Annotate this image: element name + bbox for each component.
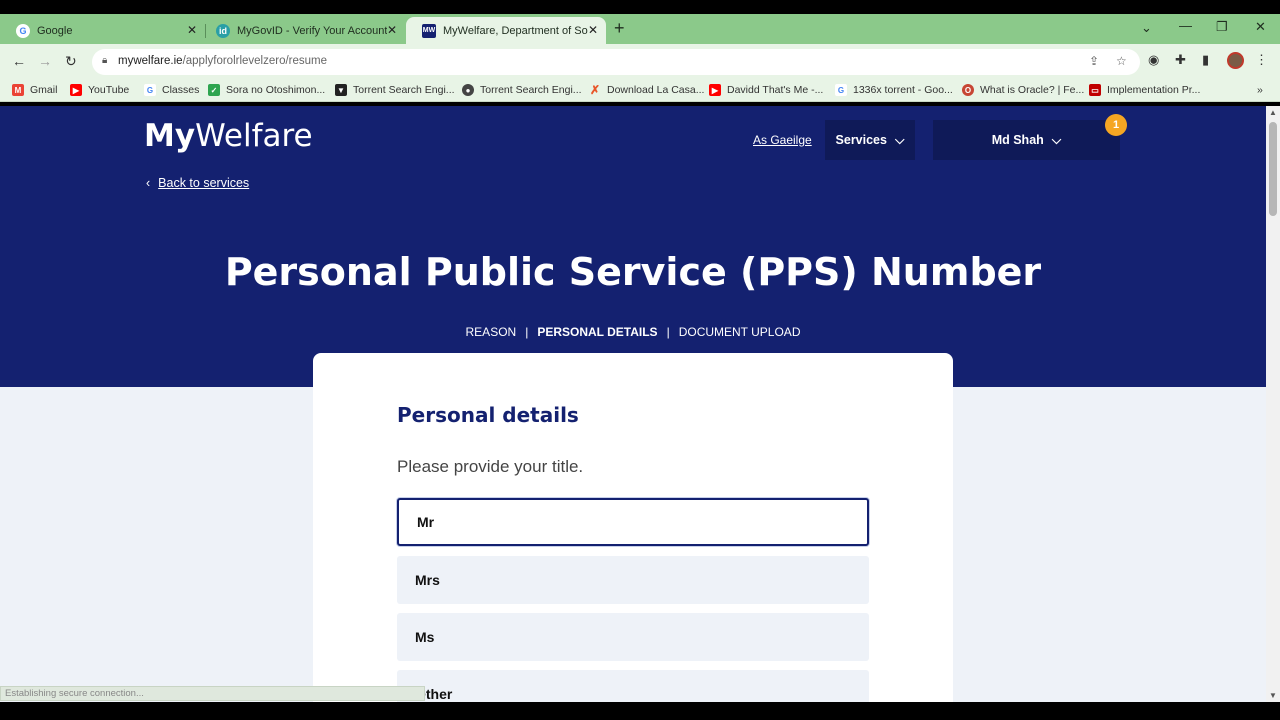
step-personal-details: PERSONAL DETAILS [537, 325, 658, 339]
back-arrow-icon[interactable]: ← [12, 53, 26, 69]
minimize-icon[interactable]: — [1179, 18, 1192, 33]
bookmark-item[interactable]: ✗ Download La Casa... [589, 83, 705, 97]
youtube-icon: ▶ [70, 84, 82, 96]
status-bar: Establishing secure connection... [0, 686, 425, 701]
x-icon: ✗ [589, 83, 601, 97]
lock-icon: 🔒︎ [102, 55, 108, 66]
forward-arrow-icon[interactable]: → [38, 53, 52, 69]
bookmarks-bar: M Gmail ▶ YouTube G Classes ✓ Sora no Otoshi… [0, 80, 1280, 102]
tab-mywelfare[interactable]: MW MyWelfare, Department of Social ✕ [406, 17, 606, 44]
window-close-icon[interactable]: ✕ [1255, 19, 1266, 35]
browser-tab-strip: G Google ✕ id MyGovID - Verify Your Acco… [0, 14, 1280, 44]
close-icon[interactable]: ✕ [187, 23, 197, 37]
services-button[interactable]: Services ⌵ [825, 120, 915, 160]
chevron-down-icon: ⌵ [1051, 132, 1062, 147]
bookmark-item[interactable]: ▶ YouTube [70, 84, 129, 96]
title-option-mrs[interactable]: Mrs [397, 556, 869, 604]
sidepanel-icon[interactable]: ▮ [1202, 52, 1209, 68]
url-text: mywelfare.ie/applyforolrlevelzero/resume [118, 55, 328, 67]
mywelfare-logo[interactable]: MyWelfare [144, 118, 313, 154]
bookmark-item[interactable]: ▶ Davidd That's Me -... [709, 84, 823, 96]
torrent-icon: ▼ [335, 84, 347, 96]
close-icon[interactable]: ✕ [588, 23, 598, 37]
bookmark-item[interactable]: ✓ Sora no Otoshimon... [208, 84, 325, 96]
puzzle-icon[interactable]: ✚ [1175, 52, 1186, 68]
step-reason: REASON [465, 325, 517, 339]
bookmark-item[interactable]: ▼ Torrent Search Engi... [335, 84, 455, 96]
google-icon: G [144, 84, 156, 96]
tab-google[interactable]: G Google ✕ [0, 17, 205, 44]
title-question: Please provide your title. [397, 457, 584, 476]
oracle-icon: ▭ [1089, 84, 1101, 96]
step-document-upload: DOCUMENT UPLOAD [678, 325, 801, 339]
menu-kebab-icon[interactable]: ⋮ [1255, 52, 1268, 68]
bookmark-item[interactable]: ▭ Implementation Pr... [1089, 84, 1200, 96]
chevron-left-icon: ‹ [146, 176, 151, 190]
youtube-icon: ▶ [709, 84, 721, 96]
title-option-other[interactable]: Other [397, 670, 869, 702]
scroll-down-icon[interactable]: ▼ [1269, 691, 1277, 700]
scrollbar-thumb[interactable] [1269, 122, 1277, 216]
progress-steps: REASON | PERSONAL DETAILS | DOCUMENT UPLOAD [465, 325, 801, 339]
new-tab-icon[interactable]: + [614, 18, 625, 39]
close-icon[interactable]: ✕ [387, 23, 397, 37]
mywelfare-icon: MW [422, 23, 436, 38]
browser-toolbar: ← → ↻ 🔒︎ mywelfare.ie/applyforolrlevelze… [0, 44, 1280, 80]
page-title: Personal Public Service (PPS) Number [224, 250, 1042, 294]
google-icon: G [16, 23, 30, 38]
reload-icon[interactable]: ↻ [65, 53, 77, 70]
notification-badge[interactable]: 1 [1105, 114, 1127, 136]
tab-mygovid[interactable]: id MyGovID - Verify Your Account ✕ [200, 17, 405, 44]
bookmark-star-icon[interactable]: ☆ [1116, 54, 1127, 68]
tab-search-icon[interactable]: ⌄ [1141, 20, 1152, 36]
page-content: MyWelfare As Gaeilge Services ⌵ Md Shah … [0, 106, 1266, 702]
chevron-down-icon: ⌵ [894, 132, 905, 147]
oracle-icon: O [962, 84, 974, 96]
page-header: MyWelfare As Gaeilge Services ⌵ Md Shah … [0, 106, 1266, 387]
title-option-mr[interactable]: Mr [397, 498, 869, 546]
bookmark-item[interactable]: G Classes [144, 84, 199, 96]
scroll-up-icon[interactable]: ▲ [1269, 108, 1277, 117]
page-scrollbar[interactable]: ▲ ▼ [1266, 106, 1280, 702]
back-to-services-link[interactable]: ‹ Back to services [146, 176, 249, 190]
form-card: Personal details Please provide your tit… [313, 353, 953, 702]
language-link[interactable]: As Gaeilge [753, 133, 812, 147]
bookmark-item[interactable]: M Gmail [12, 84, 57, 96]
globe-icon: ● [462, 84, 474, 96]
section-heading: Personal details [397, 403, 579, 427]
extension-icon[interactable]: ◉ [1148, 52, 1159, 68]
screen-bottom-bar [0, 702, 1280, 720]
more-bookmarks-icon[interactable]: » [1257, 84, 1263, 96]
bookmark-item[interactable]: ● Torrent Search Engi... [462, 84, 582, 96]
address-bar[interactable]: 🔒︎ mywelfare.ie/applyforolrlevelzero/res… [92, 49, 1140, 75]
restore-icon[interactable]: ❐ [1216, 19, 1228, 35]
profile-avatar[interactable] [1227, 52, 1244, 69]
share-icon[interactable]: ⇪ [1089, 54, 1099, 68]
user-menu-button[interactable]: Md Shah ⌵ [933, 120, 1120, 160]
bookmark-item[interactable]: G 1336x torrent - Goo... [835, 84, 953, 96]
leaf-icon: ✓ [208, 84, 220, 96]
title-option-ms[interactable]: Ms [397, 613, 869, 661]
bookmark-item[interactable]: O What is Oracle? | Fe... [962, 84, 1084, 96]
google-icon: G [835, 84, 847, 96]
gmail-icon: M [12, 84, 24, 96]
mygovid-icon: id [216, 23, 230, 38]
screen-top-bar [0, 0, 1280, 14]
